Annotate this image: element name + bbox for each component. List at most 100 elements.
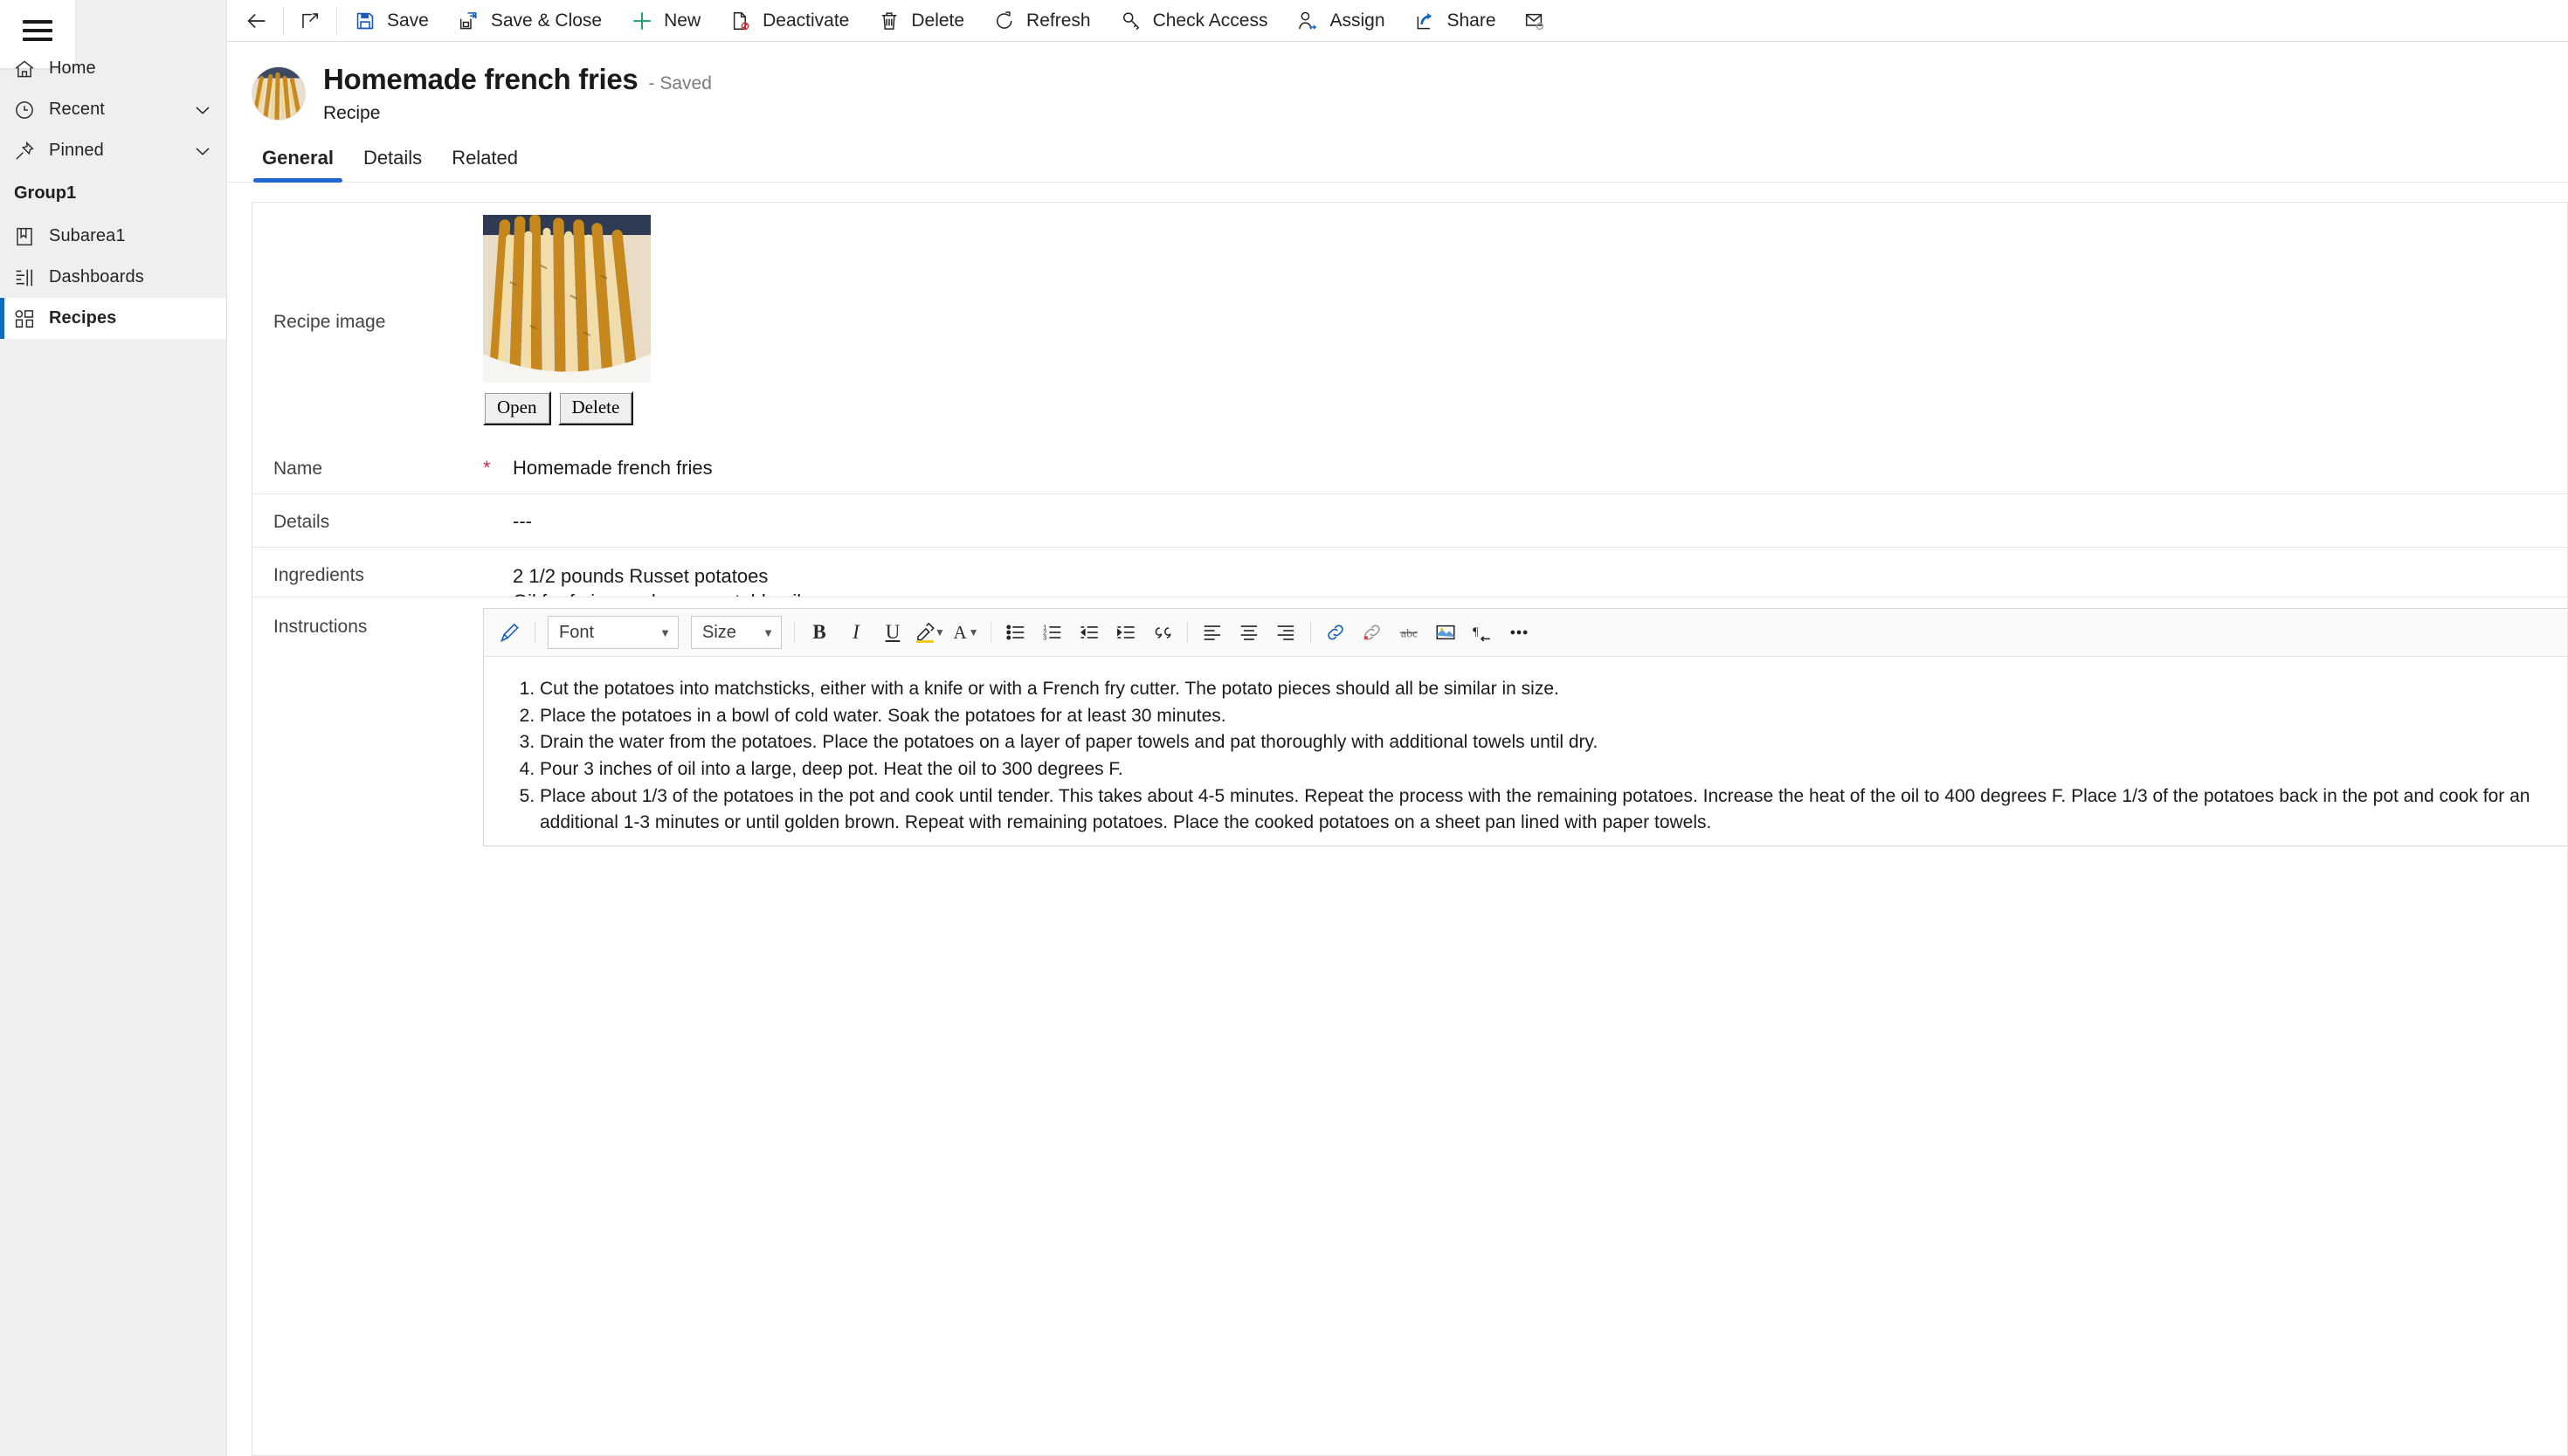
list-item: Cut the potatoes into matchsticks, eithe… — [540, 676, 2544, 703]
svg-text:¶: ¶ — [1473, 624, 1479, 638]
toolbar-divider — [794, 621, 795, 644]
assign-user-icon — [1295, 9, 1320, 33]
increase-indent-icon[interactable] — [1108, 616, 1143, 649]
field-label: Recipe image — [273, 311, 386, 332]
open-in-new-window-icon[interactable] — [286, 0, 335, 41]
sidebar-item-recent[interactable]: Recent — [0, 89, 226, 130]
save-button[interactable]: Save — [339, 0, 443, 41]
entity-icon — [0, 225, 49, 248]
command-label: Deactivate — [763, 10, 850, 31]
refresh-icon — [992, 9, 1017, 33]
instructions-list: Cut the potatoes into matchsticks, eithe… — [507, 676, 2544, 837]
delete-image-button[interactable]: Delete — [557, 391, 634, 425]
deactivate-button[interactable]: Deactivate — [714, 0, 863, 41]
list-item: Place about 1/3 of the potatoes in the p… — [540, 783, 2544, 837]
name-input[interactable]: Homemade french fries — [513, 441, 2567, 493]
record-title-block: Homemade french fries - Saved Recipe — [323, 61, 712, 124]
chevron-down-icon[interactable] — [191, 99, 214, 121]
list-item: Drain the water from the potatoes. Place… — [540, 729, 2544, 756]
right-to-left-icon[interactable]: ¶ — [1465, 616, 1500, 649]
bulleted-list-icon[interactable] — [998, 616, 1033, 649]
open-image-button[interactable]: Open — [483, 391, 551, 425]
form-body: Recipe image Open Delete Name * Homemade… — [227, 183, 2568, 1456]
decrease-indent-icon[interactable] — [1072, 616, 1107, 649]
sidebar-item-dashboards[interactable]: Dashboards — [0, 257, 226, 298]
sidebar-item-pinned[interactable]: Pinned — [0, 130, 226, 171]
form-section: Recipe image Open Delete Name * Homemade… — [252, 202, 2568, 1456]
delete-button[interactable]: Delete — [863, 0, 978, 41]
field-details: Details --- — [252, 493, 2567, 547]
field-label: Ingredients — [273, 565, 364, 585]
align-left-icon[interactable] — [1195, 616, 1230, 649]
sidebar-item-home[interactable]: Home — [0, 48, 226, 89]
field-ingredients: Ingredients 2 1/2 pounds Russet potatoes… — [252, 547, 2567, 597]
ingredients-input[interactable]: 2 1/2 pounds Russet potatoes Oil for fry… — [513, 548, 2567, 597]
chevron-down-icon[interactable] — [191, 140, 214, 162]
rich-text-content[interactable]: Cut the potatoes into matchsticks, eithe… — [484, 657, 2567, 845]
list-item: Place the potatoes in a bowl of cold wat… — [540, 703, 2544, 730]
save-status: - Saved — [648, 73, 712, 93]
sidebar-item-label: Pinned — [49, 141, 104, 160]
new-button[interactable]: New — [616, 0, 714, 41]
more-commands-icon[interactable] — [1501, 616, 1536, 649]
pin-icon — [0, 140, 49, 162]
sidebar-item-recipes[interactable]: Recipes — [0, 298, 226, 339]
strikethrough-icon[interactable]: abc — [1391, 616, 1426, 649]
svg-text:3: 3 — [1043, 634, 1046, 642]
field-recipe-image: Recipe image Open Delete — [252, 203, 2567, 441]
save-icon — [353, 9, 377, 33]
rich-text-toolbar: Font ▼ Size ▼ B I U ▼ A ▼ 1 2 3 abc ¶ — [484, 609, 2567, 657]
font-family-select[interactable]: Font ▼ — [548, 616, 679, 649]
email-link-button[interactable] — [1510, 0, 1559, 41]
tab-label: Related — [452, 147, 519, 169]
font-color-button[interactable]: A ▼ — [949, 616, 984, 649]
font-size-select[interactable]: Size ▼ — [691, 616, 782, 649]
recipe-thumbnail — [252, 66, 306, 121]
assign-button[interactable]: Assign — [1281, 0, 1398, 41]
toolbar-divider — [1310, 621, 1311, 644]
command-label: Share — [1446, 10, 1496, 31]
sidebar-item-label: Home — [49, 59, 96, 78]
numbered-list-icon[interactable]: 1 2 3 — [1035, 616, 1070, 649]
dashboard-icon — [0, 266, 49, 289]
check-access-button[interactable]: Check Access — [1105, 0, 1282, 41]
clock-icon — [0, 99, 49, 121]
sidebar-item-subarea1[interactable]: Subarea1 — [0, 216, 226, 257]
insert-link-icon[interactable] — [1318, 616, 1353, 649]
form-tabs: General Details Related — [227, 124, 2568, 183]
remove-link-icon[interactable] — [1355, 616, 1390, 649]
insert-image-icon[interactable] — [1428, 616, 1463, 649]
share-icon — [1413, 9, 1438, 33]
underline-button[interactable]: U — [875, 616, 910, 649]
chevron-down-icon: ▼ — [968, 626, 979, 638]
refresh-button[interactable]: Refresh — [978, 0, 1105, 41]
sidebar-group-label: Group1 — [14, 183, 77, 203]
align-right-icon[interactable] — [1268, 616, 1303, 649]
sidebar-item-label: Recent — [49, 100, 105, 119]
trash-icon — [877, 9, 901, 33]
rich-text-editor: Font ▼ Size ▼ B I U ▼ A ▼ 1 2 3 abc ¶ 1.… — [483, 608, 2567, 846]
app-root: Home Recent Pinned Group1 Subarea1 Dashb… — [0, 0, 2568, 1456]
highlight-color-icon[interactable]: ▼ — [912, 616, 947, 649]
italic-button[interactable]: I — [839, 616, 873, 649]
recipe-icon — [0, 307, 49, 330]
sitemap-sidebar: Home Recent Pinned Group1 Subarea1 Dashb… — [0, 0, 227, 1456]
align-center-icon[interactable] — [1232, 616, 1267, 649]
save-and-close-button[interactable]: Save & Close — [443, 0, 616, 41]
details-input[interactable]: --- — [513, 494, 2567, 547]
command-divider — [283, 5, 284, 36]
share-button[interactable]: Share — [1399, 0, 1510, 41]
tab-details[interactable]: Details — [353, 140, 432, 182]
tab-general[interactable]: General — [252, 140, 344, 183]
bold-button[interactable]: B — [802, 616, 837, 649]
format-painter-icon[interactable] — [493, 616, 528, 649]
back-arrow-icon[interactable] — [232, 0, 281, 41]
sidebar-item-label: Subarea1 — [49, 226, 126, 245]
tab-related[interactable]: Related — [441, 140, 528, 182]
field-label: Instructions — [273, 617, 368, 637]
home-icon — [0, 58, 49, 80]
blockquote-icon[interactable] — [1145, 616, 1180, 649]
tab-label: Details — [362, 147, 423, 169]
required-spacer — [483, 494, 513, 510]
command-label: Check Access — [1152, 10, 1268, 31]
